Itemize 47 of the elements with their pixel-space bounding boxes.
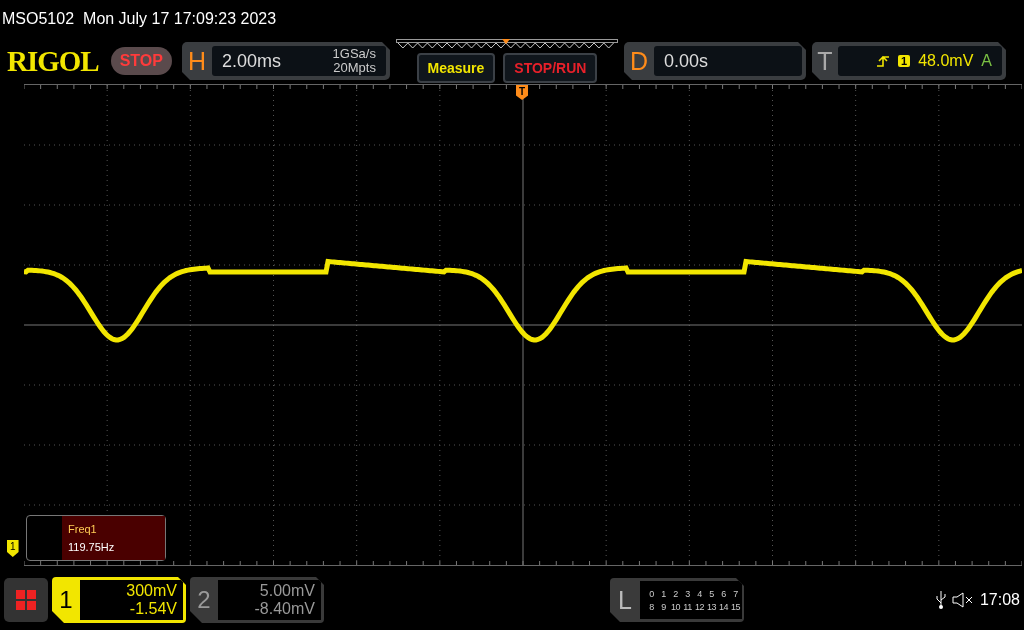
memory-position-icon [395,39,618,51]
trigger-mode: A [981,52,992,70]
channel-marker[interactable]: 1 [7,540,19,557]
trigger-position-marker[interactable]: T [516,85,529,100]
logic-panel[interactable]: L 0 1 2 3 4 5 6 7 8 9 10 11 12 13 14 15 [610,578,744,622]
logic-bit: 10 [670,601,681,612]
measurement-name: Freq1 [68,523,98,535]
logic-bit: 12 [694,601,705,612]
model-name: MSO5102 [2,10,75,28]
logic-bit: 7 [732,588,739,599]
date-time: Mon July 17 17:09:23 2023 [83,10,277,28]
trigger-level: 48.0mV [918,52,974,70]
channel-panel[interactable]: 1 300mV -1.54V [52,577,186,623]
channel-number: 1 [58,586,74,614]
delay-panel[interactable]: D 0.00s [623,42,806,80]
channel-number: 2 [196,586,212,614]
toolbar-button[interactable]: Measure [416,53,496,83]
run-state-badge: STOP [110,47,172,75]
logic-bit: 4 [696,588,703,599]
logic-bit: 6 [720,588,727,599]
usb-icon [935,591,946,609]
brand-logo: RIGOL [7,44,99,78]
channel-scale: 300mV [126,582,177,600]
logic-bit: 13 [706,601,717,612]
measurement-value: 119.75Hz [68,541,116,553]
logic-bit: 9 [660,601,667,612]
logic-bit: 14 [718,601,729,612]
logic-bit: 3 [684,588,691,599]
channel-panel[interactable]: 2 5.00mV -8.40mV [190,577,324,623]
channel-offset: -8.40mV [254,600,315,618]
logic-bit: 11 [682,601,693,612]
menu-grid-icon[interactable] [4,578,48,622]
muted-speaker-icon[interactable] [951,592,974,608]
horizontal-panel[interactable]: H 2.00ms 1GSa/s 20Mpts [181,42,390,80]
logic-bit: 2 [672,588,679,599]
logic-bit: 5 [708,588,715,599]
rising-edge-icon [876,54,891,68]
logic-bit: 1 [660,588,667,599]
logic-bit: 8 [648,601,655,612]
logic-bit: 0 [648,588,655,599]
channel-offset: -1.54V [129,600,177,618]
channel-scale: 5.00mV [259,582,315,600]
logic-bit: 15 [730,601,741,612]
toolbar-button[interactable]: STOP/RUN [503,53,598,83]
status-clock: 17:08 [979,591,1020,609]
trigger-source-badge: 1 [898,55,911,67]
trigger-panel[interactable]: T 1 48.0mV A [811,42,1006,80]
